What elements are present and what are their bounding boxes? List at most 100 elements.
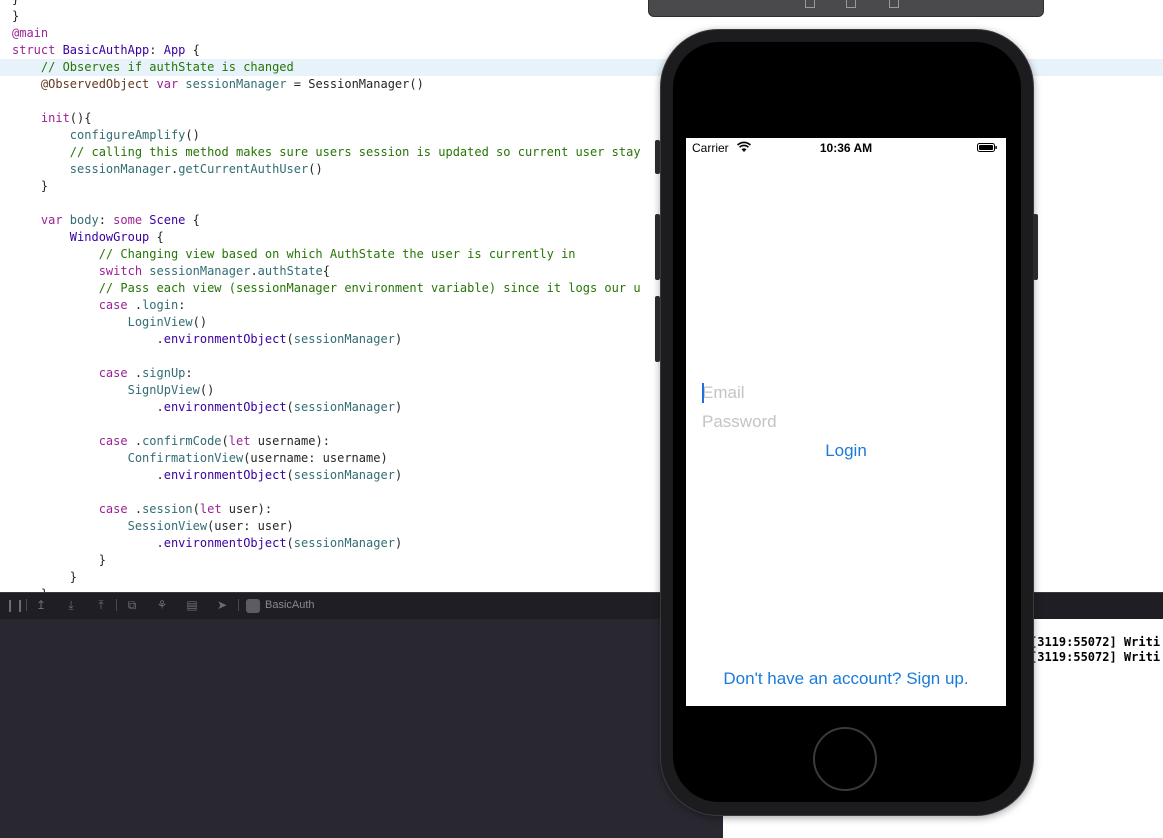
password-field[interactable] [702, 411, 992, 433]
code-token: ( [286, 536, 294, 550]
code-token: ) [394, 400, 403, 414]
code-token: ( [221, 434, 229, 448]
simulator-toolbar [648, 0, 1044, 17]
code-token: some [113, 213, 150, 227]
power-button [1033, 214, 1038, 280]
code-token: configureAmplify [69, 128, 186, 142]
hide-debug-area-icon[interactable]: ❙❙ [5, 598, 25, 612]
continue-icon[interactable]: ↥ [34, 598, 48, 612]
code-token: let [199, 502, 229, 516]
code-token: signUp [142, 366, 186, 380]
code-token: () [308, 162, 323, 176]
signup-link[interactable]: Don't have an account? Sign up. [686, 668, 1006, 690]
code-token: } [12, 553, 106, 567]
code-token: (user: user) [207, 519, 294, 533]
code-token: { [149, 230, 164, 244]
code-token: . [134, 298, 143, 312]
code-token: var [12, 213, 70, 227]
code-token: . [12, 536, 164, 550]
simulator-screen: Carrier 10:36 AM Login Don't have an acc… [686, 138, 1006, 706]
code-token: case [12, 434, 135, 448]
step-over-icon[interactable]: ⤓ [64, 598, 78, 612]
code-token: ) [394, 468, 403, 482]
code-token: LoginView [127, 315, 193, 329]
environment-overrides-icon[interactable]: ▤ [185, 598, 199, 612]
code-token: sessionManager [149, 264, 251, 278]
code-token: . [134, 366, 143, 380]
code-token: } [12, 9, 20, 23]
scheme-name[interactable]: BasicAuth [265, 598, 315, 613]
login-button[interactable]: Login [686, 440, 1006, 462]
code-token: sessionManager [293, 536, 395, 550]
code-token: . [134, 502, 143, 516]
console-line: [3119:55072] Writi [1030, 635, 1161, 649]
divider [116, 599, 117, 611]
code-token: login [142, 298, 179, 312]
code-token: . [12, 400, 164, 414]
code-token: @main [12, 26, 49, 40]
code-token: SignUpView [127, 383, 200, 397]
code-token: sessionManager [185, 77, 287, 91]
text-cursor [702, 383, 704, 403]
code-token: username): [257, 434, 330, 448]
code-token: . [12, 332, 164, 346]
volume-up-button [655, 214, 660, 280]
code-token: } [12, 570, 78, 584]
code-token: ConfirmationView [127, 451, 244, 465]
email-field[interactable] [702, 382, 992, 404]
code-token: // calling this method makes sure users … [12, 145, 641, 159]
code-token: = SessionManager() [286, 77, 424, 91]
code-token: // Changing view based on which AuthStat… [12, 247, 576, 261]
code-token: switch [12, 264, 150, 278]
location-icon[interactable]: ➤ [215, 598, 229, 612]
code-token: // Observes if authState is changed [12, 60, 294, 74]
code-token: confirmCode [142, 434, 222, 448]
code-token: ) [394, 536, 403, 550]
screenshot-icon[interactable] [846, 0, 856, 8]
console-line: [3119:55072] Writi [1030, 650, 1161, 664]
memory-graph-icon[interactable]: ⚘ [155, 598, 169, 612]
step-into-icon[interactable]: ⤒ [94, 598, 108, 612]
code-token: : [98, 213, 114, 227]
code-token: sessionManager [69, 162, 171, 176]
code-token: user): [228, 502, 273, 516]
code-token: } [12, 0, 19, 6]
divider [26, 599, 27, 611]
code-token: getCurrentAuthUser [178, 162, 309, 176]
code-token: . [12, 468, 164, 482]
code-token: sessionManager [293, 332, 395, 346]
mute-switch [655, 140, 660, 174]
code-token: ( [286, 468, 294, 482]
code-token: struct [12, 43, 63, 57]
code-token: sessionManager [293, 468, 395, 482]
home-icon[interactable] [805, 0, 815, 8]
home-button[interactable] [813, 727, 877, 791]
code-token: let [228, 434, 258, 448]
code-token: @ObservedObject [12, 77, 157, 91]
battery-icon [977, 143, 997, 152]
divider [238, 599, 239, 611]
variables-view[interactable] [0, 619, 723, 838]
code-token: : [185, 366, 193, 380]
code-token: { [322, 264, 330, 278]
code-token: () [185, 128, 200, 142]
code-token: (){ [69, 111, 92, 125]
code-token: . [134, 434, 143, 448]
code-token: session [142, 502, 193, 516]
code-token: : [149, 43, 164, 57]
code-token: (username: username) [243, 451, 388, 465]
code-token: ( [192, 502, 200, 516]
code-token: SessionView [127, 519, 208, 533]
code-token: init [12, 111, 70, 125]
code-token: : [178, 298, 186, 312]
rotate-icon[interactable] [889, 0, 899, 8]
code-token: } [12, 179, 49, 193]
code-token: authState [257, 264, 323, 278]
code-token: { [185, 43, 200, 57]
status-time: 10:36 AM [819, 141, 873, 155]
view-hierarchy-icon[interactable]: ⧉ [125, 598, 139, 612]
